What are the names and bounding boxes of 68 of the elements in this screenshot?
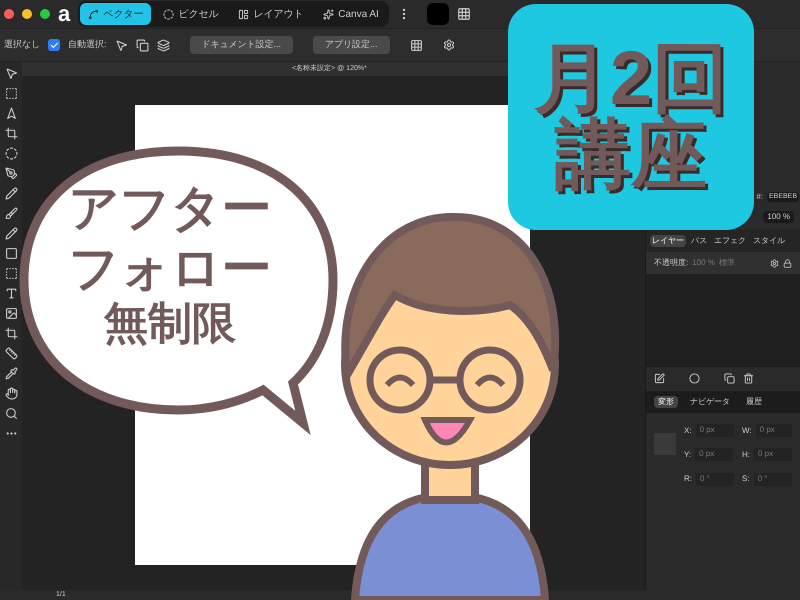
- settings-icon[interactable]: [770, 258, 779, 268]
- ruler-icon[interactable]: [4, 347, 18, 360]
- pixel-icon: [163, 8, 174, 20]
- shape-icon[interactable]: [4, 267, 18, 280]
- panel-tab[interactable]: 変形: [654, 396, 678, 408]
- layers-icon[interactable]: [156, 38, 170, 52]
- ai-icon: [323, 8, 334, 20]
- persona-tab[interactable]: Canva AI: [315, 3, 387, 25]
- settings-icon[interactable]: [442, 39, 455, 51]
- grid-icon[interactable]: [410, 38, 423, 52]
- transform-field[interactable]: 0 px: [756, 424, 792, 438]
- selection-label: 選択なし: [4, 38, 40, 52]
- color-opacity-field[interactable]: 100 %: [763, 211, 794, 223]
- trash-icon[interactable]: [743, 373, 754, 384]
- image-icon[interactable]: [4, 307, 18, 320]
- transform-field[interactable]: 0 px: [754, 448, 792, 462]
- zoom-icon[interactable]: [4, 407, 18, 420]
- grid-icon[interactable]: [456, 7, 471, 21]
- pen-icon[interactable]: [4, 167, 18, 180]
- panel-tab[interactable]: スタイル: [751, 235, 787, 247]
- panel-tab[interactable]: レイヤー: [650, 235, 686, 247]
- circle-icon[interactable]: [689, 373, 700, 384]
- auto-select-label: 自動選択:: [68, 38, 107, 52]
- rectangle-icon[interactable]: [4, 247, 18, 260]
- field-label: R:: [684, 473, 692, 486]
- circle-select-icon[interactable]: [4, 147, 18, 160]
- panel-tab[interactable]: 履歴: [742, 396, 766, 408]
- brush-icon[interactable]: [4, 207, 18, 220]
- panel-tab[interactable]: ナビゲータ: [686, 396, 734, 408]
- hand-icon[interactable]: [4, 387, 18, 400]
- opacity-label: 不透明度:: [654, 257, 688, 269]
- persona-tab[interactable]: ピクセル: [155, 3, 226, 25]
- transform-field[interactable]: 0 px: [696, 424, 734, 438]
- copy-icon[interactable]: [724, 373, 735, 384]
- transform-field[interactable]: 0 °: [754, 472, 792, 486]
- layout-icon: [238, 8, 250, 20]
- lock-icon[interactable]: [783, 258, 792, 268]
- bubble-text: アフター: [68, 179, 272, 238]
- vector-icon: [88, 8, 100, 20]
- transform-field[interactable]: 0 °: [696, 472, 734, 486]
- marker-icon[interactable]: [4, 227, 18, 240]
- auto-select-checkbox[interactable]: [48, 39, 60, 51]
- field-label: H:: [742, 448, 750, 461]
- copy-icon[interactable]: [136, 38, 149, 52]
- text-icon[interactable]: [4, 287, 18, 300]
- field-label: X:: [684, 424, 692, 437]
- persona-tab[interactable]: ベクター: [80, 3, 152, 25]
- edit-icon[interactable]: [654, 373, 665, 384]
- pencil-icon[interactable]: [4, 187, 18, 200]
- persona-tab[interactable]: レイアウト: [230, 3, 312, 25]
- settings-button[interactable]: ドキュメント設定...: [190, 36, 294, 54]
- settings-button[interactable]: アプリ設定...: [313, 36, 390, 54]
- field-label: W:: [742, 424, 752, 437]
- node-icon[interactable]: [4, 107, 18, 120]
- transform-field[interactable]: 0 px: [695, 448, 734, 462]
- crop-icon[interactable]: [4, 127, 18, 140]
- pointer-icon[interactable]: [114, 38, 128, 52]
- pointer-icon[interactable]: [4, 67, 18, 80]
- panel-tab[interactable]: エフェク: [712, 235, 748, 247]
- bubble-text: 無制限: [104, 298, 236, 350]
- app-logo: a: [58, 3, 70, 25]
- eyedropper-icon[interactable]: [4, 367, 18, 380]
- hex-label: #:: [756, 191, 763, 203]
- bubble-text: フォロー: [68, 239, 272, 298]
- panel-tab[interactable]: パス: [689, 235, 709, 247]
- field-label: Y:: [684, 448, 692, 461]
- field-label: S:: [742, 473, 750, 486]
- marquee-icon[interactable]: [4, 87, 18, 100]
